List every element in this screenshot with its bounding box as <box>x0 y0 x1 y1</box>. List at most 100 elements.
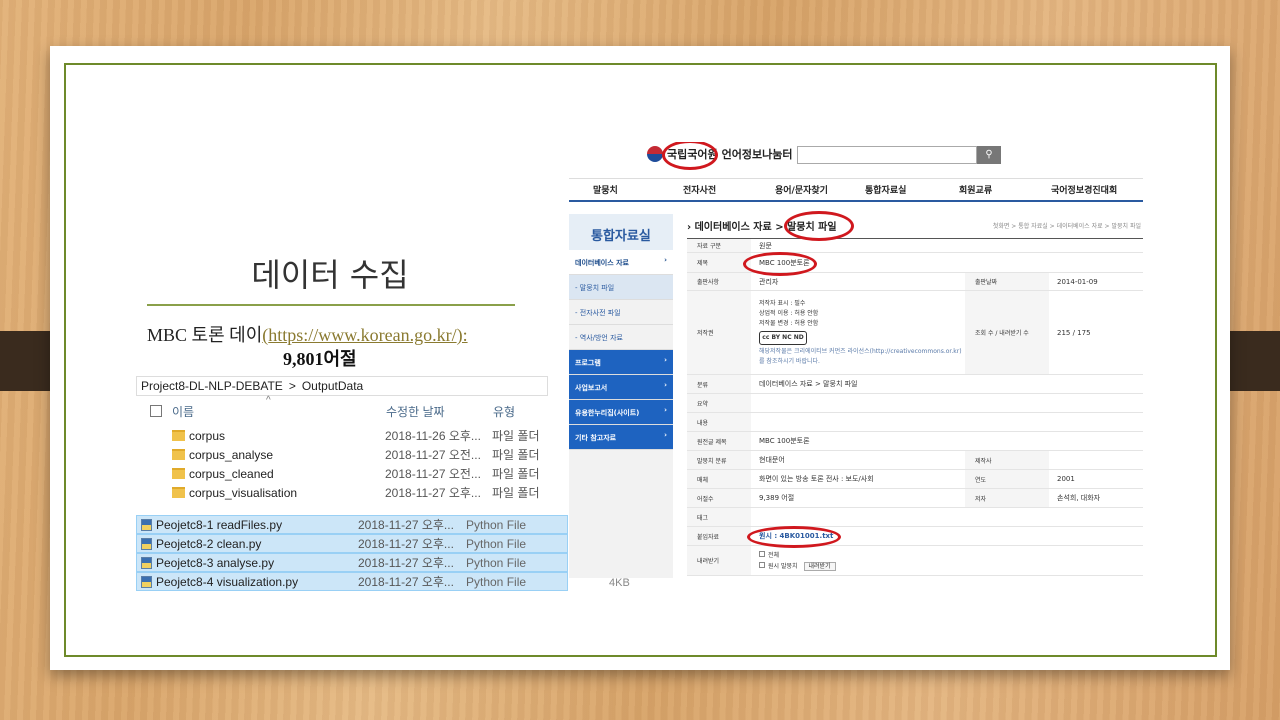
download-button[interactable]: 내려받기 <box>803 561 836 571</box>
author-key: 제작사 <box>965 451 1049 469</box>
sidebar-item-label: - 역사/방언 자료 <box>575 334 623 342</box>
folder-icon <box>172 468 185 479</box>
file-size: 4KB <box>609 577 630 589</box>
type-column-header[interactable]: 유형 <box>493 403 515 420</box>
annotation-circle-attachment <box>747 526 841 548</box>
rights-note[interactable]: 해당저작물은 크리에이티브 커먼즈 라이선스(http://creativeco… <box>759 347 965 367</box>
python-file-row[interactable]: Peojetc8-4 visualization.py 2018-11-27 오후… <box>136 572 568 591</box>
nav-archive[interactable]: 통합자료실 <box>865 183 906 196</box>
sidebar-item[interactable]: 사업보고서 › <box>569 375 673 400</box>
sidebar-item-label: 기타 참고자료 <box>575 434 617 442</box>
left-binder-tab <box>0 331 52 391</box>
sidebar-item[interactable]: 프로그램 › <box>569 350 673 375</box>
folder-date: 2018-11-26 오후... <box>385 429 481 443</box>
dl-raw-label: 원시 말뭉치 <box>768 562 798 570</box>
python-file-row[interactable]: Peojetc8-2 clean.py 2018-11-27 오후... Pytho… <box>136 534 568 553</box>
sidebar-item[interactable]: 유용한누리집(사이트) › <box>569 400 673 425</box>
owner-key: 출판사항 <box>687 273 751 290</box>
annotation-circle-breadcrumb <box>784 211 854 241</box>
words-value: 9,389 어절 <box>759 494 795 502</box>
sidebar-item[interactable]: - 말뭉치 파일 <box>569 275 673 300</box>
breadcrumb-separator: > <box>775 222 784 233</box>
folder-row[interactable]: corpus_visualisation 2018-11-27 오후... 파일 폴… <box>136 483 548 502</box>
sidebar-item[interactable]: - 전자사전 파일 <box>569 300 673 325</box>
nav-members[interactable]: 회원교류 <box>959 183 992 196</box>
rights-value: 저작자 표시 : 필수 상업적 이용 : 허용 안함 저작물 변경 : 허용 안… <box>751 291 965 374</box>
breadcrumb-main[interactable]: 데이터베이스 자료 <box>695 222 772 233</box>
logo-site: 언어정보나눔터 <box>721 148 793 161</box>
row-download: 내려받기 전체 원시 말뭉치 내려받기 <box>687 546 1143 576</box>
python-file-row[interactable]: Peojetc8-3 analyse.py 2018-11-27 오후... Pyt… <box>136 553 568 572</box>
row-orig: 원전글 제목 MBC 100분토론 <box>687 432 1143 451</box>
folder-type: 파일 폴더 <box>492 486 540 500</box>
site-search-input[interactable] <box>797 146 977 164</box>
sidebar-item-label: - 전자사전 파일 <box>575 309 621 317</box>
modified-column-header[interactable]: 수정한 날짜 <box>386 403 493 420</box>
python-file-row[interactable]: Peojetc8-1 readFiles.py 2018-11-27 오후... P… <box>136 515 568 534</box>
chevron-right-icon: › <box>664 431 667 439</box>
search-icon[interactable]: ⚲ <box>977 146 1001 164</box>
corpus-value: 현대문어 <box>759 456 785 464</box>
nav-term-search[interactable]: 용어/문자찾기 <box>775 183 828 196</box>
sidebar-item[interactable]: 기타 참고자료 › <box>569 425 673 450</box>
file-type: Python File <box>466 536 527 551</box>
tag-key: 태그 <box>687 508 751 526</box>
row-media: 매체 화면이 있는 방송 토론 전사 : 보도/사회 연도 2001 <box>687 470 1143 489</box>
word-count: 9,801어절 <box>283 349 357 369</box>
sidebar-item-label: 프로그램 <box>575 359 601 367</box>
dl-all-label: 전체 <box>768 551 780 559</box>
creative-commons-badge[interactable]: cc BY NC ND <box>759 330 807 345</box>
chevron-right-icon: › <box>664 406 667 414</box>
row-words: 어절수 9,389 어절 저자 손석희, 대화자 <box>687 489 1143 508</box>
name-column-header[interactable]: 이름 ^ <box>172 395 386 420</box>
folder-date: 2018-11-27 오전... <box>385 448 481 462</box>
sidebar-menu: 데이터베이스 자료 › - 말뭉치 파일 - 전자사전 파일 - 역사/방언 자료프로그… <box>569 250 673 450</box>
sidebar-item-label: 사업보고서 <box>575 384 608 392</box>
rights-line: 저작자 표시 : 필수 <box>759 299 806 307</box>
folder-row[interactable]: corpus_analyse 2018-11-27 오전... 파일 폴더 <box>136 445 548 464</box>
folder-row[interactable]: corpus_cleaned 2018-11-27 오전... 파일 폴더 <box>136 464 548 483</box>
sidebar-item[interactable]: - 역사/방언 자료 <box>569 325 673 350</box>
nav-contest[interactable]: 국어정보경진대회 <box>1051 183 1117 196</box>
rights-line: 상업적 이용 : 허용 안함 <box>759 309 819 317</box>
file-date: 2018-11-27 오후... <box>358 575 454 589</box>
source-close: ): <box>456 325 468 345</box>
folder-date: 2018-11-27 오전... <box>385 467 481 481</box>
views-value: 215 / 175 <box>1057 328 1091 337</box>
path-leaf[interactable]: OutputData <box>302 379 363 393</box>
folder-name: corpus_visualisation <box>189 485 298 500</box>
checkbox-raw[interactable] <box>759 561 765 568</box>
summary-key: 요약 <box>687 394 751 412</box>
nav-corpus[interactable]: 말뭉치 <box>593 183 618 196</box>
chevron-right-icon: › <box>664 381 667 389</box>
nav-dictionary[interactable]: 전자사전 <box>683 183 716 196</box>
checkbox-all[interactable] <box>759 550 765 557</box>
row-summary: 요약 <box>687 394 1143 413</box>
government-emblem-icon <box>647 146 663 162</box>
media-key: 매체 <box>687 470 751 488</box>
address-bar[interactable]: Project8-DL-NLP-DEBATE > OutputData <box>136 376 548 396</box>
date-value: 2014-01-09 <box>1057 277 1098 286</box>
python-file-icon <box>141 537 152 550</box>
views-key: 조회 수 / 내려받기 수 <box>965 291 1049 374</box>
path-root[interactable]: Project8-DL-NLP-DEBATE <box>141 379 283 393</box>
detail-table: 자료 구분 원문 제목 MBC 100분토론 출판사항 관리자 출판날짜 2014-01… <box>687 238 1143 576</box>
file-type: Python File <box>466 574 527 589</box>
sidebar-title: 통합자료실 <box>569 214 673 250</box>
source-link[interactable]: https://www.korean.go.kr/ <box>268 325 456 345</box>
row-class: 분류 데이터베이스 자료 > 말뭉치 파일 <box>687 375 1143 394</box>
python-file-list: Peojetc8-1 readFiles.py 2018-11-27 오후... P… <box>136 515 568 591</box>
folder-name: corpus_analyse <box>189 447 274 462</box>
writer-value: 손석희, 대화자 <box>1057 494 1101 502</box>
media-value: 화면이 있는 방송 토론 전사 : 보도/사회 <box>759 475 874 483</box>
folder-row[interactable]: corpus 2018-11-26 오후... 파일 폴더 <box>136 426 548 445</box>
python-file-icon <box>141 575 152 588</box>
select-all-checkbox[interactable] <box>150 405 162 417</box>
orig-value: MBC 100분토론 <box>759 437 810 445</box>
folder-icon <box>172 487 185 498</box>
attach-key: 붙임자료 <box>687 527 751 545</box>
content-key: 내용 <box>687 413 751 431</box>
sidebar-item[interactable]: 데이터베이스 자료 › <box>569 250 673 275</box>
title-underline <box>147 304 515 306</box>
sidebar-item-label: - 말뭉치 파일 <box>575 284 615 292</box>
